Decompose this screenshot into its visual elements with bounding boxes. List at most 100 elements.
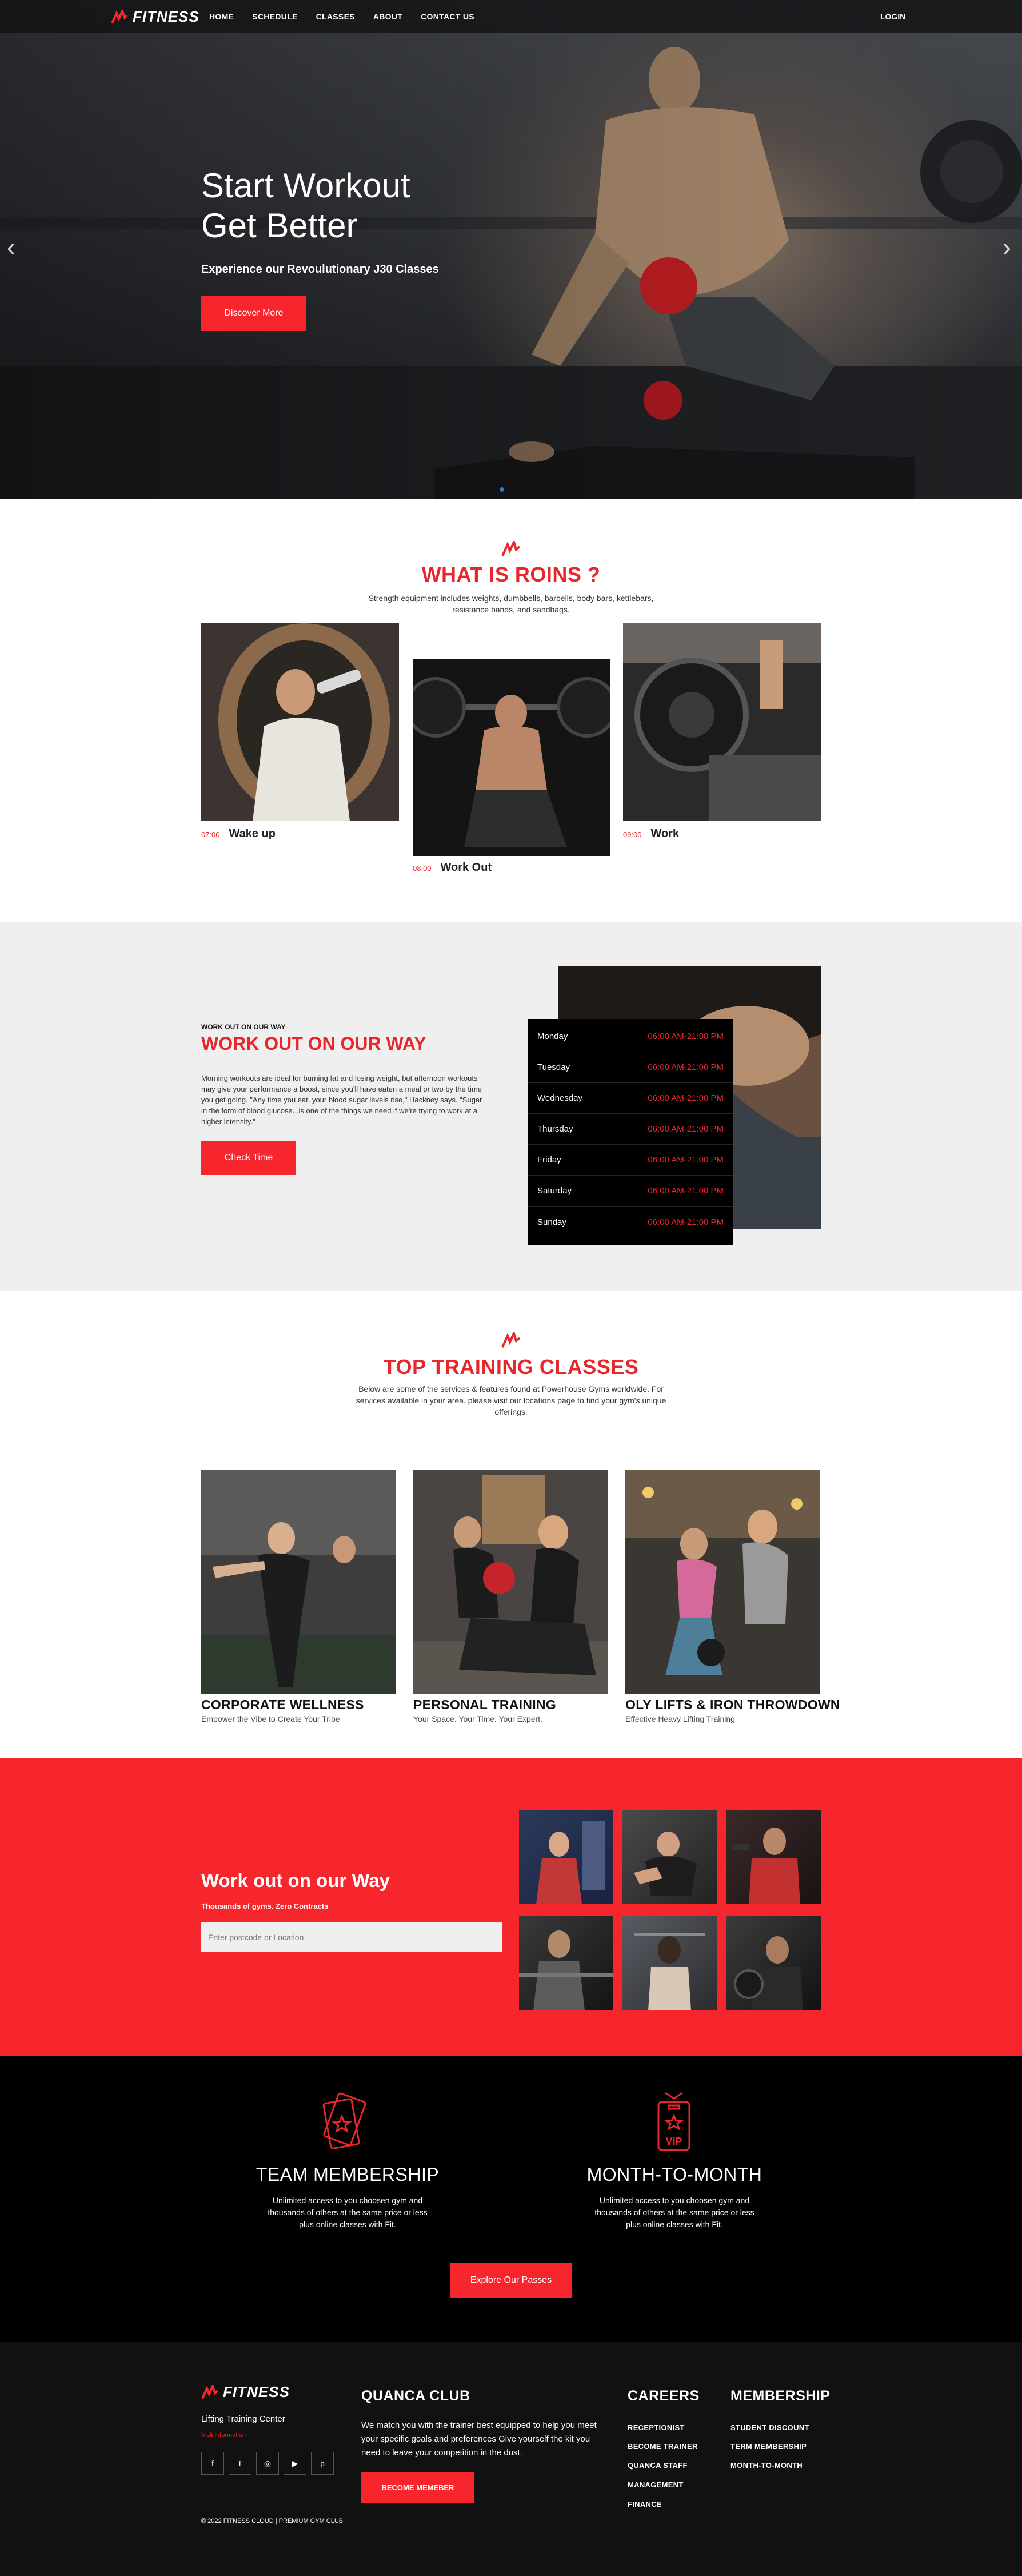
twitter-icon[interactable]: t xyxy=(229,2452,251,2475)
login-link[interactable]: LOGIN xyxy=(880,12,905,21)
schedule-paragraph-line: Morning workouts are ideal for burning f… xyxy=(201,1074,478,1082)
gallery-image[interactable] xyxy=(622,1916,717,2010)
careers-link-finance[interactable]: FINANCE xyxy=(628,2500,662,2509)
plan-title: TEAM MEMBERSHIP xyxy=(256,2164,440,2185)
plan-desc-line: thousands of others at the same price or… xyxy=(594,2208,754,2217)
logo-mark-icon xyxy=(111,9,128,24)
discover-more-button[interactable]: Discover More xyxy=(201,296,306,331)
instagram-icon[interactable]: ◎ xyxy=(256,2452,279,2475)
hero-prev-arrow-icon[interactable]: ‹ xyxy=(7,233,15,262)
membership-link-term[interactable]: TERM MEMBERSHIP xyxy=(730,2442,807,2451)
schedule-day: Tuesday xyxy=(537,1062,570,1072)
class-card-title[interactable]: CORPORATE WELLNESS xyxy=(201,1697,364,1713)
gallery-image[interactable] xyxy=(726,1810,821,1904)
schedule-row-thursday: Thursday 06:00 AM-21:00 PM xyxy=(528,1114,733,1145)
plan-desc: Unlimited access to you choosen gym and … xyxy=(532,2195,817,2231)
footer-tagline: Lifting Training Center xyxy=(201,2414,285,2424)
schedule-row-monday: Monday 06:00 AM-21:00 PM xyxy=(528,1021,733,1052)
club-title: QUANCA CLUB xyxy=(361,2388,470,2404)
gallery-image[interactable] xyxy=(726,1916,821,2010)
schedule-hours: 06:00 AM-21:00 PM xyxy=(648,1124,724,1134)
schedule-paragraph-line: may give your performance a boost, since… xyxy=(201,1085,482,1093)
footer-logo[interactable]: FITNESS xyxy=(201,2383,290,2401)
nav-schedule[interactable]: SCHEDULE xyxy=(252,12,297,21)
careers-link-become-trainer[interactable]: BECOME TRAINER xyxy=(628,2442,698,2451)
classes-desc-line: Below are some of the services & feature… xyxy=(358,1384,664,1393)
schedule-row-friday: Friday 06:00 AM-21:00 PM xyxy=(528,1145,733,1176)
nav-contact-us[interactable]: CONTACT US xyxy=(421,12,474,21)
schedule-paragraph: Morning workouts are ideal for burning f… xyxy=(201,1073,498,1127)
schedule-hours: 06:00 AM-21:00 PM xyxy=(648,1093,724,1103)
class-card-title[interactable]: OLY LIFTS & IRON THROWDOWN xyxy=(625,1697,840,1713)
about-desc-line1: Strength equipment includes weights, dum… xyxy=(368,594,654,603)
locate-title: Work out on our Way xyxy=(201,1870,390,1891)
club-desc-line: We match you with the trainer best equip… xyxy=(361,2420,597,2430)
plan-desc-line: Unlimited access to you choosen gym and xyxy=(599,2196,750,2205)
about-item-2-title: Work Out xyxy=(440,861,492,874)
careers-link-receptionist[interactable]: RECEPTIONIST xyxy=(628,2423,685,2432)
club-desc-line: your specific goals and preferences Give… xyxy=(361,2434,590,2444)
plan-desc-line: Unlimited access to you choosen gym and xyxy=(272,2196,423,2205)
plan-desc: Unlimited access to you choosen gym and … xyxy=(205,2195,490,2231)
hero-section: Start Workout Get Better Experience our … xyxy=(0,0,1022,499)
location-search-input[interactable] xyxy=(201,1922,502,1952)
schedule-section xyxy=(0,922,1022,1291)
careers-link-quanca-staff[interactable]: QUANCA STAFF xyxy=(628,2461,688,2470)
about-image-wake-up xyxy=(201,623,399,821)
team-membership-ticket-icon xyxy=(322,2092,366,2149)
gallery-image[interactable] xyxy=(519,1916,613,2010)
schedule-paragraph-line: in the form of blood glucose...is one of… xyxy=(201,1106,478,1115)
membership-link-month-to-month[interactable]: MONTH-TO-MONTH xyxy=(730,2461,803,2470)
explore-passes-button[interactable]: Explore Our Passes xyxy=(450,2263,572,2298)
hero-title-line2: Get Better xyxy=(201,206,358,245)
facebook-icon[interactable]: f xyxy=(201,2452,224,2475)
schedule-paragraph-line: you get going. "Any time you eat, your b… xyxy=(201,1096,482,1104)
nav-links: HOME SCHEDULE CLASSES ABOUT CONTACT US xyxy=(209,12,474,21)
schedule-day: Thursday xyxy=(537,1124,573,1134)
vip-pass-icon: VIP xyxy=(657,2092,690,2151)
section-logo-icon xyxy=(501,541,521,556)
site-logo[interactable]: FITNESS xyxy=(111,8,199,26)
class-card-subtitle: Your Space. Your Time. Your Expert. xyxy=(413,1714,542,1723)
schedule-hours: 06:00 AM-21:00 PM xyxy=(648,1217,724,1227)
schedule-day: Wednesday xyxy=(537,1093,582,1103)
logo-text: FITNESS xyxy=(133,8,199,25)
schedule-row-tuesday: Tuesday 06:00 AM-21:00 PM xyxy=(528,1052,733,1083)
gallery-image[interactable] xyxy=(519,1810,613,1904)
vip-label: VIP xyxy=(665,2136,682,2147)
schedule-eyebrow: WORK OUT ON OUR WAY xyxy=(201,1023,286,1031)
schedule-hours: 06:00 AM-21:00 PM xyxy=(648,1032,724,1041)
schedule-table: Monday 06:00 AM-21:00 PM Tuesday 06:00 A… xyxy=(528,1019,733,1245)
check-time-button[interactable]: Check Time xyxy=(201,1141,296,1175)
schedule-day: Friday xyxy=(537,1155,561,1165)
nav-home[interactable]: HOME xyxy=(209,12,234,21)
hero-title-line1: Start Workout xyxy=(201,166,410,205)
logo-mark-icon xyxy=(201,2384,218,2399)
youtube-icon[interactable]: ▶ xyxy=(284,2452,306,2475)
class-card-subtitle: Empower the Vibe to Create Your Tribe xyxy=(201,1714,340,1723)
club-desc-line: need to leave your competition in the du… xyxy=(361,2448,522,2458)
pinterest-icon[interactable]: p xyxy=(311,2452,334,2475)
club-description: We match you with the trainer best equip… xyxy=(361,2419,618,2460)
about-item-3: 09:00 - Work xyxy=(623,827,679,841)
careers-link-management[interactable]: MANAGEMENT xyxy=(628,2481,684,2489)
class-card-title[interactable]: PERSONAL TRAINING xyxy=(413,1697,556,1713)
nav-about[interactable]: ABOUT xyxy=(373,12,402,21)
schedule-hours: 06:00 AM-21:00 PM xyxy=(648,1155,724,1165)
careers-title: CAREERS xyxy=(628,2388,700,2404)
visit-information-link[interactable]: Visit information xyxy=(201,2432,246,2439)
gallery-image[interactable] xyxy=(622,1810,717,1904)
footer-logo-text: FITNESS xyxy=(223,2383,290,2400)
schedule-row-saturday: Saturday 06:00 AM-21:00 PM xyxy=(528,1176,733,1207)
about-item-1-time: 07:00 - xyxy=(201,830,225,839)
copyright: © 2022 FITNESS CLOUD | PREMIUM GYM CLUB xyxy=(201,2518,344,2525)
class-image-oly-lifts[interactable] xyxy=(625,1470,820,1694)
hero-slide-indicator[interactable] xyxy=(500,487,504,492)
about-image-work-out xyxy=(413,659,610,856)
hero-next-arrow-icon[interactable]: › xyxy=(1003,233,1011,262)
membership-link-student-discount[interactable]: STUDENT DISCOUNT xyxy=(730,2423,809,2432)
class-image-personal-training[interactable] xyxy=(413,1470,608,1694)
become-member-button[interactable]: BECOME MEMEBER xyxy=(361,2472,474,2503)
class-image-corporate-wellness[interactable] xyxy=(201,1470,396,1694)
nav-classes[interactable]: CLASSES xyxy=(316,12,355,21)
